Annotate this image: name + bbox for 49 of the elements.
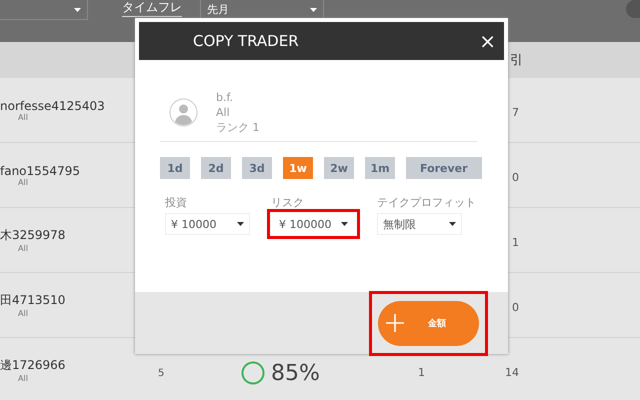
field-label: テイクプロフィット <box>377 195 476 210</box>
table-cell-text: 1 <box>511 236 519 248</box>
trader-name: 木3259978 <box>0 227 66 244</box>
select-field[interactable]: 無制限 <box>377 213 462 235</box>
market-label: All <box>18 374 28 383</box>
caret-icon <box>74 8 81 12</box>
market-label: All <box>18 178 28 186</box>
success-rate: 85% <box>271 360 320 386</box>
amount-button[interactable]: 金額 <box>378 300 479 346</box>
field-label: リスク <box>271 195 305 210</box>
period-button[interactable]: 1d <box>160 157 190 179</box>
column-header: 引 <box>510 52 524 69</box>
toggle-button[interactable] <box>626 0 640 18</box>
rank-label: ランク 1 <box>216 120 260 135</box>
ring-icon <box>241 361 265 385</box>
trader-name: 田4713510 <box>0 292 66 309</box>
select-field[interactable]: ¥ 100000 <box>267 209 360 239</box>
caret-icon <box>310 8 317 12</box>
market-label: All <box>18 112 28 122</box>
dialog-title: COPY TRADER <box>193 32 299 50</box>
table-cell-text: 5 <box>157 368 164 378</box>
caret-icon <box>449 222 456 226</box>
table-cell-text: 0 <box>511 300 519 314</box>
trader-name: 邊1726966 <box>0 357 66 374</box>
trader-name: norfesse4125403 <box>0 98 105 112</box>
field-label: 投資 <box>165 195 188 210</box>
plus-icon <box>386 314 404 332</box>
table-cell-text: 1 <box>417 366 425 378</box>
period-button[interactable]: 3d <box>242 157 272 179</box>
trader-name: b.f. <box>216 90 234 105</box>
trader-name: fano1554795 <box>0 164 80 178</box>
caret-icon <box>341 222 348 226</box>
period-button[interactable]: 1w <box>283 157 313 179</box>
caret-icon <box>237 222 244 226</box>
close-button[interactable]: × <box>479 29 496 53</box>
table-cell-text: 14 <box>504 366 519 378</box>
market-label: All <box>216 105 231 120</box>
period-button[interactable]: Forever <box>406 157 482 179</box>
table-cell-text: 0 <box>511 170 519 184</box>
filter-dropdown[interactable] <box>0 0 88 20</box>
avatar-icon <box>169 98 198 127</box>
period-button[interactable]: 2d <box>201 157 231 179</box>
timeframe-label: タイムフレ <box>122 0 182 17</box>
table-cell-text: 7 <box>511 106 519 118</box>
period-button[interactable]: 1m <box>365 157 395 179</box>
market-label: All <box>18 309 28 318</box>
period-button[interactable]: 2w <box>324 157 354 179</box>
market-label: All <box>18 244 28 253</box>
select-field[interactable]: ¥ 10000 <box>165 213 250 235</box>
